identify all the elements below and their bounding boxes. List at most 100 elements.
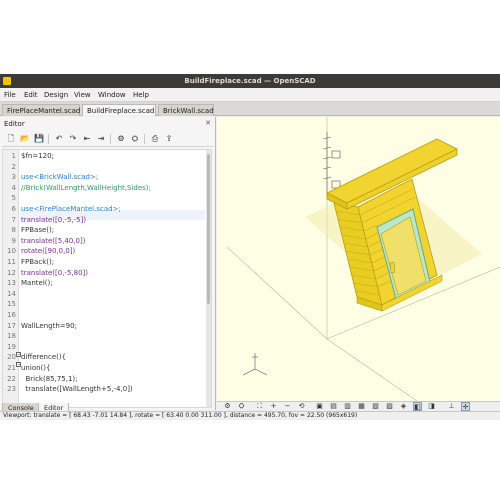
open-file-icon[interactable]: 📂 (20, 134, 30, 144)
line-number: 5 (11, 194, 16, 203)
view-top-icon[interactable]: ▤ (329, 402, 338, 411)
line-number: 10 (7, 247, 16, 256)
new-file-icon[interactable]: 🗋 (6, 134, 16, 144)
editor-pane: Editor ✕ 🗋 📂 💾 ↶ ↷ ⇤ ⇥ ⚙ ⛭ ⎙ ⇪ 123456789… (0, 117, 216, 410)
perspective-icon[interactable]: ◧ (413, 402, 422, 411)
scrollbar-thumb[interactable] (207, 154, 210, 304)
line-number: 7 (11, 215, 16, 224)
tab-label: BuildFireplace.scad (87, 107, 155, 115)
code-line: use<BrickWall.scad>; (21, 173, 99, 182)
editor-close-icon[interactable]: ✕ (205, 119, 211, 127)
line-number: 6 (11, 205, 16, 213)
line-number: 4 (11, 183, 16, 192)
show-crosshairs-icon[interactable]: ✛ (461, 402, 470, 411)
undo-icon[interactable]: ↶ (54, 134, 64, 144)
line-number: 1 (11, 152, 16, 160)
view-front-icon[interactable]: ▧ (371, 402, 380, 411)
menu-help[interactable]: Help (133, 91, 149, 99)
menu-design[interactable]: Design (44, 91, 68, 99)
title-bar: BuildFireplace.scad — OpenSCAD (0, 74, 500, 88)
status-bar: Viewport: translate = [ 68.43 -7.01 14.8… (0, 411, 500, 420)
window-title: BuildFireplace.scad — OpenSCAD (184, 77, 316, 85)
render-icon[interactable]: ⛭ (237, 402, 246, 411)
code-line: difference(){ (21, 353, 67, 362)
tab-build-fireplace[interactable]: BuildFireplace.scad✕ (82, 104, 162, 116)
code-editor[interactable]: 1 2 3 4 5 6 7 8 9 10 11 12 13 14 15 16 17 18 19 20 21 22 23 $f… (2, 149, 212, 408)
line-number: 2 (11, 162, 16, 171)
preview-icon[interactable]: ⚙ (223, 402, 232, 411)
editor-scrollbar[interactable] (206, 150, 211, 407)
menu-bar: File Edit Design View Window Help (0, 88, 500, 102)
view-bottom-icon[interactable]: ▥ (343, 402, 352, 411)
tab-brick-wall[interactable]: BrickWall.scad (158, 104, 214, 116)
orthogonal-icon[interactable]: ◨ (427, 402, 436, 411)
toolbar-divider (110, 134, 111, 144)
line-number: 21 (7, 364, 16, 372)
line-number: 13 (7, 279, 16, 288)
line-number: 8 (11, 226, 16, 235)
axis-ticks (322, 132, 341, 197)
line-number: 17 (7, 321, 16, 330)
unindent-icon[interactable]: ⇤ (82, 134, 92, 144)
view-toolbar: ⚙ ⛭ ⛶ + − ⟲ ▣ ▤ ▥ ▦ ▧ ▨ ◈ ◧ ◨ ⊥ ✛ (217, 401, 500, 411)
show-axes-icon[interactable]: ⊥ (447, 402, 456, 411)
openscad-window: BuildFireplace.scad — OpenSCAD File Edit… (0, 74, 500, 420)
preview-icon[interactable]: ⚙ (116, 134, 126, 144)
zoom-in-icon[interactable]: + (269, 402, 278, 411)
code-line: translate([5,40,0]) (21, 236, 86, 245)
send-to-print-icon[interactable]: ⇪ (164, 134, 174, 144)
tab-label: FirePlaceMantel.scad (7, 107, 81, 115)
firebox-grate (389, 261, 396, 274)
indent-icon[interactable]: ⇥ (96, 134, 106, 144)
line-number: 22 (7, 374, 16, 383)
render-icon[interactable]: ⛭ (130, 134, 140, 144)
view-diagonal-icon[interactable]: ◈ (399, 402, 408, 411)
code-line: Mantel(); (21, 279, 53, 288)
code-line: $fn=120; (21, 152, 54, 160)
code-line: translate([0,-5,-5]) (21, 215, 87, 224)
line-number: 23 (7, 385, 16, 394)
line-number: 16 (7, 311, 16, 319)
code-line: WallLength=90; (21, 321, 77, 330)
fireplace-model-render (226, 117, 500, 401)
tab-fireplace-mantel[interactable]: FirePlaceMantel.scad (2, 104, 80, 116)
code-line: Brick(85,75,1); (21, 374, 78, 383)
line-number: 12 (7, 268, 16, 277)
code-line: FPBack(); (21, 258, 55, 266)
view-left-icon[interactable]: ▦ (357, 402, 366, 411)
origin-axes-marker (242, 353, 268, 376)
code-line: //Brick(WallLength,WallHeight,Sides); (21, 183, 151, 192)
line-number: 11 (7, 258, 16, 266)
code-line: union(){ (21, 364, 51, 372)
code-line: use<FirePlaceMantel.scad>; (21, 205, 121, 213)
export-stl-icon[interactable]: ⎙ (150, 134, 160, 144)
line-number: 14 (7, 289, 16, 298)
line-number-gutter: 1 2 3 4 5 6 7 8 9 10 11 12 13 14 15 16 17 18 19 20 21 22 23 (3, 150, 19, 407)
editor-toolbar: 🗋 📂 💾 ↶ ↷ ⇤ ⇥ ⚙ ⛭ ⎙ ⇪ (2, 131, 214, 147)
code-line: translate([WallLength+5,-4,0]) (21, 385, 133, 394)
fold-marker-icon[interactable]: − (16, 362, 21, 368)
code-line: translate([0,-5,80]) (21, 268, 88, 277)
view-right-icon[interactable]: ▣ (315, 402, 324, 411)
line-number: 20 (7, 353, 16, 362)
editor-title: Editor (4, 120, 25, 128)
line-number: 9 (11, 236, 16, 245)
3d-viewport[interactable] (217, 117, 500, 401)
line-number: 15 (7, 300, 16, 309)
toolbar-divider (144, 134, 145, 144)
code-line: FPBase(); (21, 226, 55, 235)
line-number: 3 (11, 173, 16, 182)
save-icon[interactable]: 💾 (34, 134, 44, 144)
zoom-out-icon[interactable]: − (283, 402, 292, 411)
menu-window[interactable]: Window (98, 91, 126, 99)
view-back-icon[interactable]: ▨ (385, 402, 394, 411)
line-number: 19 (7, 342, 16, 351)
toolbar-divider (48, 134, 49, 144)
view-all-icon[interactable]: ⛶ (255, 402, 264, 411)
menu-edit[interactable]: Edit (24, 91, 38, 99)
reset-view-icon[interactable]: ⟲ (297, 402, 306, 411)
fold-marker-icon[interactable]: − (16, 352, 21, 358)
redo-icon[interactable]: ↷ (68, 134, 78, 144)
menu-file[interactable]: File (4, 91, 16, 99)
menu-view[interactable]: View (74, 91, 91, 99)
